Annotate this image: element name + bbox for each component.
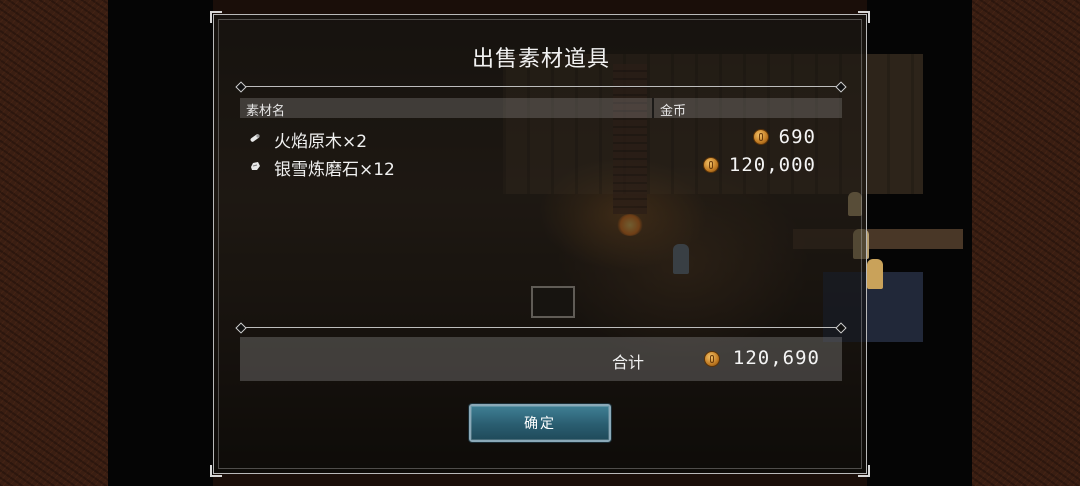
divider-top <box>240 86 842 87</box>
item-name: 火焰原木×2 <box>274 132 368 152</box>
total-value: 120,690 <box>732 347 820 369</box>
frame-corner <box>210 465 222 477</box>
left-border-texture <box>0 0 108 486</box>
left-letterbox <box>108 0 213 486</box>
total-label: 合计 <box>612 353 645 372</box>
item-price: 120,000 <box>728 154 816 176</box>
log-item-icon <box>249 132 261 144</box>
dialog-title: 出售素材道具 <box>471 47 610 72</box>
gold-coin-icon <box>753 129 769 145</box>
item-name: 银雪炼磨石×12 <box>274 160 395 180</box>
scene-character <box>867 259 883 289</box>
gold-coin-icon <box>704 351 720 367</box>
table-row: 火焰原木×2 690 <box>240 125 842 152</box>
table-row: 银雪炼磨石×12 120,000 <box>240 153 842 180</box>
confirm-button-label: 确定 <box>524 416 556 432</box>
item-price: 690 <box>778 126 816 148</box>
right-border-texture <box>972 0 1080 486</box>
frame-corner <box>858 11 870 23</box>
total-bar: 合计 120,690 <box>240 337 842 381</box>
frame-corner <box>858 465 870 477</box>
column-gold: 金币 <box>660 104 687 119</box>
confirm-button[interactable]: 确定 <box>469 404 611 442</box>
frame-corner <box>210 11 222 23</box>
table-header: 素材名 金币 <box>240 98 842 119</box>
divider-bottom <box>240 327 842 328</box>
column-material-name: 素材名 <box>246 104 286 119</box>
sell-materials-dialog: 出售素材道具 素材名 金币 火焰原木×2 690 银雪炼磨石×12 120,00… <box>210 11 870 477</box>
stone-item-icon <box>249 160 261 172</box>
gold-coin-icon <box>703 157 719 173</box>
column-divider <box>652 98 654 118</box>
